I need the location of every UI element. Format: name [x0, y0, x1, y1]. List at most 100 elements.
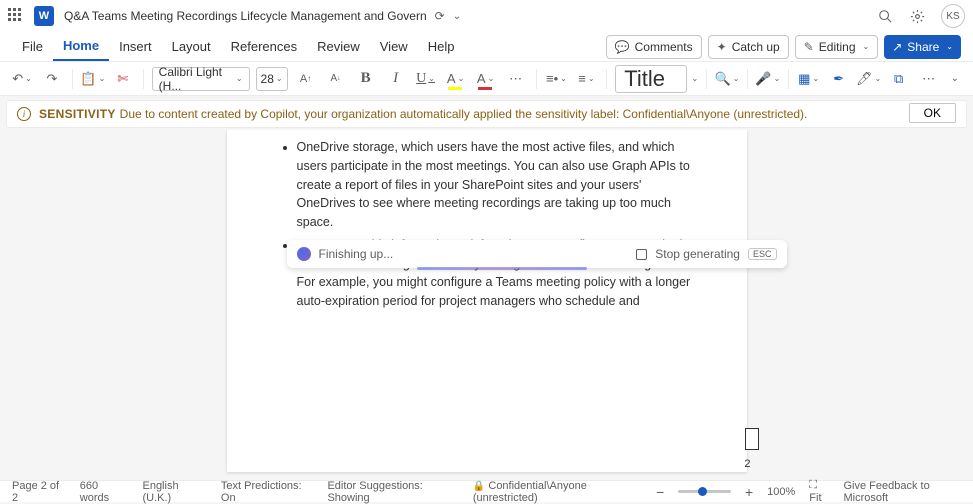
separator: [706, 69, 707, 89]
catch-up-button[interactable]: ✦ Catch up: [708, 35, 789, 59]
tab-help[interactable]: Help: [418, 32, 465, 61]
bullets-button[interactable]: ≡•⌄: [544, 67, 568, 91]
share-button[interactable]: ↗Share⌄: [884, 35, 961, 59]
document-page[interactable]: OneDrive storage, which users have the m…: [227, 130, 747, 472]
tab-references[interactable]: References: [221, 32, 307, 61]
pencil-icon: ✎: [804, 40, 814, 54]
highlight-button[interactable]: A⌄: [444, 67, 468, 91]
style-select[interactable]: Title: [615, 65, 687, 93]
fit-label: Fit: [809, 492, 821, 504]
ribbon-expand-icon[interactable]: ⌄: [947, 69, 963, 88]
chevron-down-icon: ⌄: [236, 74, 243, 83]
dictate-button[interactable]: 🎤⌄: [756, 67, 780, 91]
font-size-value: 28: [261, 72, 274, 86]
chevron-down-icon: ⌄: [774, 74, 781, 83]
chevron-down-icon: ⌄: [946, 42, 953, 51]
tab-review[interactable]: Review: [307, 32, 370, 61]
separator: [606, 69, 607, 89]
status-language[interactable]: English (U.K.): [142, 480, 204, 504]
separator: [788, 69, 789, 89]
chevron-down-icon: ⌄: [863, 42, 870, 51]
saving-icon: ⟳: [435, 9, 445, 23]
style-value: Title: [624, 66, 665, 92]
editing-mode-button[interactable]: ✎ Editing ⌄: [795, 35, 878, 59]
editing-label: Editing: [819, 40, 856, 54]
settings-icon[interactable]: [909, 8, 925, 24]
status-suggestions[interactable]: Editor Suggestions: Showing: [327, 480, 456, 504]
status-page[interactable]: Page 2 of 2: [12, 480, 64, 504]
zoom-out-button[interactable]: −: [656, 484, 664, 500]
sensitivity-button[interactable]: 🖊⌄: [857, 67, 881, 91]
chevron-down-icon: ⌄: [428, 74, 435, 83]
bullet-list: OneDrive storage, which users have the m…: [297, 138, 697, 311]
copilot-status-bar: Finishing up... Stop generating ESC: [287, 240, 787, 268]
separator: [536, 69, 537, 89]
tab-insert[interactable]: Insert: [109, 32, 162, 61]
underline-button[interactable]: U⌄: [414, 67, 438, 91]
fit-button[interactable]: ⛶ Fit: [809, 479, 829, 504]
list-item[interactable]: OneDrive storage, which users have the m…: [297, 138, 697, 232]
tab-layout[interactable]: Layout: [162, 32, 221, 61]
chevron-down-icon: ⌄: [99, 74, 106, 83]
user-avatar[interactable]: KS: [941, 4, 965, 28]
format-painter-button[interactable]: ✄: [111, 67, 135, 91]
more-font-button[interactable]: ⋯: [504, 67, 528, 91]
find-button[interactable]: 🔍⌄: [715, 67, 739, 91]
align-button[interactable]: ≡⌄: [574, 67, 598, 91]
sparkle-icon: ✦: [717, 40, 727, 54]
document-canvas: OneDrive storage, which users have the m…: [0, 130, 973, 480]
tab-home[interactable]: Home: [53, 32, 109, 61]
tab-view[interactable]: View: [370, 32, 418, 61]
bold-button[interactable]: B: [354, 67, 378, 91]
feedback-link[interactable]: Give Feedback to Microsoft: [843, 480, 961, 504]
status-word-count[interactable]: 660 words: [80, 480, 127, 504]
editor-button[interactable]: ✒: [827, 67, 851, 91]
sensitivity-message: Due to content created by Copilot, your …: [120, 107, 808, 121]
more-commands-button[interactable]: ⋯: [917, 67, 941, 91]
font-size-select[interactable]: 28⌄: [256, 67, 288, 91]
font-color-button[interactable]: A⌄: [474, 67, 498, 91]
status-bar: Page 2 of 2 660 words English (U.K.) Tex…: [0, 480, 973, 502]
comments-button[interactable]: 💬 Comments: [606, 35, 702, 59]
status-sensitivity-label: Confidential\Anyone (unrestricted): [473, 480, 587, 504]
font-family-select[interactable]: Calibri Light (H...⌄: [152, 67, 250, 91]
separator: [72, 69, 73, 89]
search-icon[interactable]: [877, 8, 893, 24]
tab-file[interactable]: File: [12, 32, 53, 61]
comment-icon: 💬: [615, 40, 630, 54]
chevron-down-icon[interactable]: ⌄: [691, 74, 698, 83]
lock-icon: 🔒: [473, 481, 485, 492]
share-label: Share: [907, 40, 939, 54]
document-title[interactable]: Q&A Teams Meeting Recordings Lifecycle M…: [64, 9, 427, 23]
app-launcher-icon[interactable]: [8, 8, 24, 24]
catch-up-label: Catch up: [732, 40, 780, 54]
chevron-down-icon: ⌄: [488, 74, 495, 83]
ribbon-toolbar: ↶⌄ ↷ 📋⌄ ✄ Calibri Light (H...⌄ 28⌄ A↑ A↓…: [0, 62, 973, 96]
italic-button[interactable]: I: [384, 67, 408, 91]
sensitivity-label: SENSITIVITY: [39, 107, 116, 121]
page-number-field[interactable]: [745, 428, 759, 450]
stop-generating-button[interactable]: Stop generating: [655, 247, 740, 261]
designer-button[interactable]: ▦⌄: [797, 67, 821, 91]
status-predictions[interactable]: Text Predictions: On: [221, 480, 312, 504]
separator: [143, 69, 144, 89]
chevron-down-icon: ⌄: [733, 74, 740, 83]
chevron-down-icon: ⌄: [276, 74, 283, 83]
ok-button[interactable]: OK: [909, 103, 956, 123]
zoom-percent[interactable]: 100%: [767, 486, 795, 498]
title-dropdown-icon[interactable]: ⌄: [453, 11, 461, 22]
zoom-in-button[interactable]: +: [745, 484, 753, 500]
paste-button[interactable]: 📋⌄: [81, 67, 105, 91]
comments-label: Comments: [635, 40, 693, 54]
shrink-font-button[interactable]: A↓: [324, 67, 348, 91]
status-sensitivity[interactable]: 🔒 Confidential\Anyone (unrestricted): [473, 480, 640, 504]
undo-button[interactable]: ↶⌄: [10, 67, 34, 91]
redo-button[interactable]: ↷: [40, 67, 64, 91]
zoom-thumb[interactable]: [698, 487, 707, 496]
zoom-slider[interactable]: [678, 490, 731, 493]
chevron-down-icon: ⌄: [25, 74, 32, 83]
separator: [747, 69, 748, 89]
chevron-down-icon: ⌄: [560, 74, 567, 83]
grow-font-button[interactable]: A↑: [294, 67, 318, 91]
addins-button[interactable]: ⧉: [887, 67, 911, 91]
